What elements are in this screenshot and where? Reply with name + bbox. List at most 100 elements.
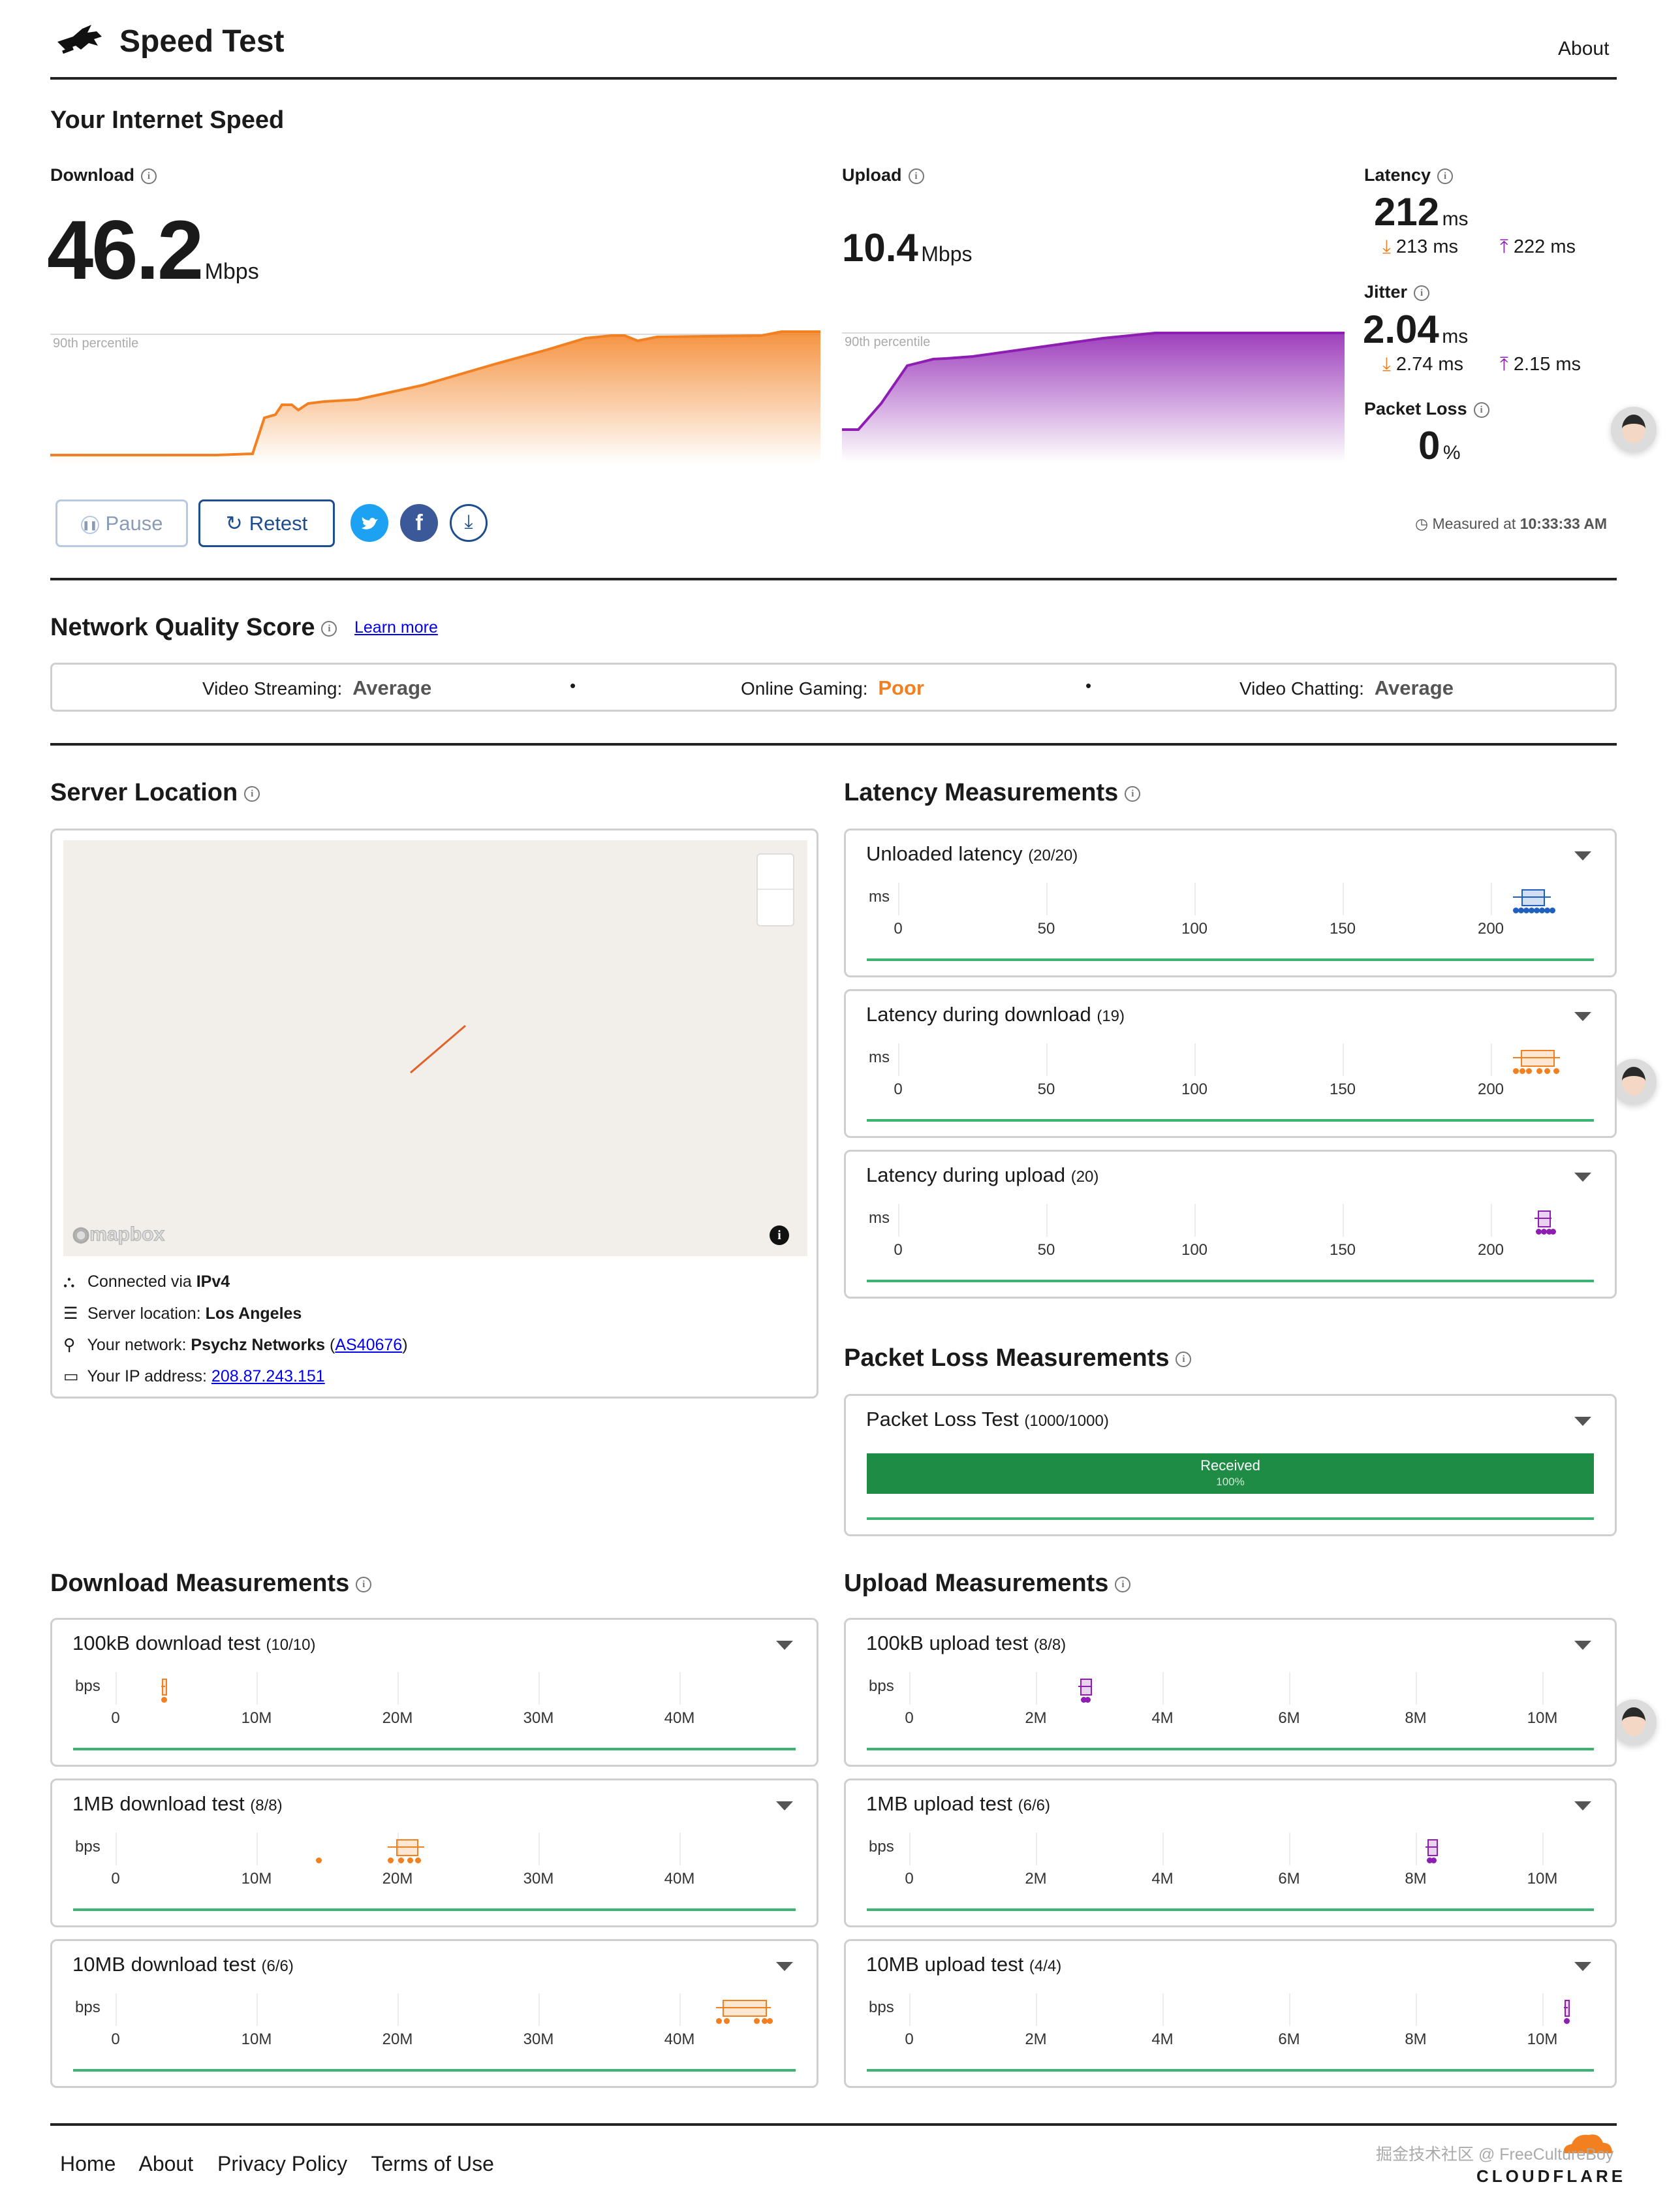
info-icon[interactable]: i bbox=[1473, 402, 1489, 418]
data-point bbox=[1526, 1068, 1532, 1074]
card-title: Latency during upload (20) bbox=[866, 1163, 1098, 1187]
axis-unit: bps bbox=[869, 1838, 894, 1856]
axis-gridline bbox=[909, 1993, 911, 2026]
footer-link-terms[interactable]: Terms of Use bbox=[371, 2152, 493, 2175]
info-icon[interactable]: i bbox=[1115, 1576, 1131, 1592]
info-icon[interactable]: i bbox=[1176, 1351, 1192, 1367]
pause-label: Pause bbox=[105, 512, 163, 535]
download-results-button[interactable]: ⤓ bbox=[450, 504, 488, 542]
upload-chart: 90th percentile bbox=[842, 332, 1345, 462]
axis-tick: 4M bbox=[1151, 1870, 1174, 1888]
download-measurement-card[interactable]: 1MB download test (8/8) bps 0 10M 20M 30M 40M bbox=[50, 1778, 818, 1927]
server-connected: ⛬ Connected via IPv4 bbox=[63, 1272, 230, 1291]
card-count: (20) bbox=[1070, 1168, 1099, 1186]
axis-unit: bps bbox=[869, 1677, 894, 1695]
axis-tick: 10M bbox=[241, 1709, 272, 1727]
upload-measurement-card[interactable]: 10MB upload test (4/4) bps 0 2M 4M 6M 8M 10M bbox=[844, 1939, 1617, 2088]
data-point bbox=[1550, 908, 1555, 913]
axis-tick: 0 bbox=[111, 1870, 120, 1888]
axis-gridline bbox=[1162, 1833, 1164, 1865]
box-plot-box bbox=[1521, 1050, 1555, 1067]
download-area bbox=[50, 332, 820, 464]
avatar[interactable] bbox=[1611, 1059, 1657, 1105]
chevron-down-icon[interactable] bbox=[776, 1641, 793, 1650]
latency-up-value: 222 ms bbox=[1513, 236, 1576, 257]
axis-gridline bbox=[116, 1993, 117, 2026]
card-count: (20/20) bbox=[1028, 847, 1078, 864]
info-icon[interactable]: i bbox=[908, 168, 924, 184]
map-info-icon[interactable]: i bbox=[770, 1225, 789, 1245]
refresh-icon: ↻ bbox=[225, 512, 243, 535]
packet-loss-measurements-title-text: Packet Loss Measurements bbox=[844, 1344, 1170, 1372]
download-measurement-card[interactable]: 100kB download test (10/10) bps 0 10M 20M 30M… bbox=[50, 1618, 818, 1767]
connected-prefix: Connected via bbox=[87, 1272, 192, 1291]
footer-link-privacy[interactable]: Privacy Policy bbox=[217, 2152, 347, 2175]
card-title-text: 1MB upload test bbox=[866, 1792, 1013, 1815]
packet-loss-bar-percent: 100% bbox=[1216, 1476, 1245, 1488]
quality-title: Network Quality Score i bbox=[50, 614, 337, 642]
server-map[interactable]: ◉mapbox i bbox=[63, 840, 807, 1256]
axis-gridline bbox=[1343, 1043, 1344, 1076]
chevron-down-icon[interactable] bbox=[1574, 1012, 1591, 1021]
box-plot-box bbox=[1080, 1679, 1092, 1696]
info-icon[interactable]: i bbox=[1125, 785, 1141, 802]
pause-button[interactable]: ❚❚ Pause bbox=[55, 499, 188, 547]
chevron-down-icon[interactable] bbox=[1574, 1417, 1591, 1426]
latency-card[interactable]: Latency during upload (20) ms 0 50 100 150 200 bbox=[844, 1150, 1617, 1299]
info-icon[interactable]: i bbox=[141, 168, 157, 184]
footer-link-home[interactable]: Home bbox=[60, 2152, 116, 2175]
chevron-down-icon[interactable] bbox=[1574, 1641, 1591, 1650]
mapbox-logo[interactable]: ◉mapbox bbox=[72, 1223, 164, 1246]
chevron-down-icon[interactable] bbox=[1574, 1962, 1591, 1971]
axis-gridline bbox=[1343, 883, 1344, 915]
footer-divider bbox=[50, 2123, 1617, 2126]
download-measurement-card[interactable]: 10MB download test (6/6) bps 0 10M 20M 30M 40M bbox=[50, 1939, 818, 2088]
quality-video-streaming: Video Streaming: Average bbox=[202, 676, 431, 700]
asn-link[interactable]: AS40676 bbox=[335, 1336, 402, 1354]
chevron-down-icon[interactable] bbox=[776, 1801, 793, 1810]
latency-label-text: Latency bbox=[1364, 165, 1431, 185]
upload-measurement-card[interactable]: 100kB upload test (8/8) bps 0 2M 4M 6M 8M 10M bbox=[844, 1618, 1617, 1767]
axis-gridline bbox=[1343, 1204, 1344, 1237]
card-progress-line bbox=[73, 1748, 796, 1750]
axis-gridline bbox=[538, 1833, 540, 1865]
app-logo[interactable] bbox=[54, 20, 106, 59]
footer-nav: Home About Privacy Policy Terms of Use bbox=[60, 2152, 494, 2176]
avatar[interactable] bbox=[1611, 407, 1657, 452]
box-plot bbox=[1535, 1207, 1571, 1239]
learn-more-link[interactable]: Learn more bbox=[354, 618, 438, 637]
packet-loss-card[interactable]: Packet Loss Test (1000/1000) Received 10… bbox=[844, 1394, 1617, 1536]
info-icon[interactable]: i bbox=[1414, 285, 1430, 301]
info-icon[interactable]: i bbox=[356, 1576, 372, 1592]
route-line bbox=[410, 1024, 466, 1074]
axis-unit: bps bbox=[75, 1999, 101, 2016]
map-zoom-control[interactable] bbox=[756, 853, 794, 926]
avatar[interactable] bbox=[1611, 1699, 1657, 1745]
twitter-share-button[interactable] bbox=[351, 504, 388, 542]
axis-tick: 6M bbox=[1278, 1870, 1300, 1888]
info-icon[interactable]: i bbox=[1437, 168, 1454, 184]
ip-link[interactable]: 208.87.243.151 bbox=[211, 1367, 325, 1385]
axis-tick: 200 bbox=[1477, 1081, 1504, 1098]
chevron-down-icon[interactable] bbox=[1574, 1801, 1591, 1810]
axis-gridline bbox=[898, 1043, 899, 1076]
data-point bbox=[1513, 1068, 1519, 1074]
axis-tick: 2M bbox=[1025, 1709, 1047, 1727]
info-icon[interactable]: i bbox=[244, 785, 260, 802]
chevron-down-icon[interactable] bbox=[1574, 1173, 1591, 1182]
latency-card[interactable]: Latency during download (19) ms 0 50 100 150 2… bbox=[844, 989, 1617, 1138]
info-icon[interactable]: i bbox=[321, 620, 337, 637]
retest-button[interactable]: ↻ Retest bbox=[198, 499, 335, 547]
upload-speed: 10.4 Mbps bbox=[842, 225, 972, 270]
server-title: Server Location i bbox=[50, 779, 260, 807]
axis-tick: 2M bbox=[1025, 2030, 1047, 2048]
footer-link-about[interactable]: About bbox=[138, 2152, 193, 2175]
about-link[interactable]: About bbox=[1558, 38, 1609, 60]
chevron-down-icon[interactable] bbox=[1574, 851, 1591, 861]
upload-measurement-card[interactable]: 1MB upload test (6/6) bps 0 2M 4M 6M 8M 10M bbox=[844, 1778, 1617, 1927]
axis-tick: 150 bbox=[1329, 1081, 1356, 1098]
chevron-down-icon[interactable] bbox=[776, 1962, 793, 1971]
latency-card[interactable]: Unloaded latency (20/20) ms 0 50 100 150 200 bbox=[844, 829, 1617, 977]
measured-prefix: Measured at bbox=[1432, 515, 1516, 532]
facebook-share-button[interactable]: f bbox=[400, 504, 438, 542]
